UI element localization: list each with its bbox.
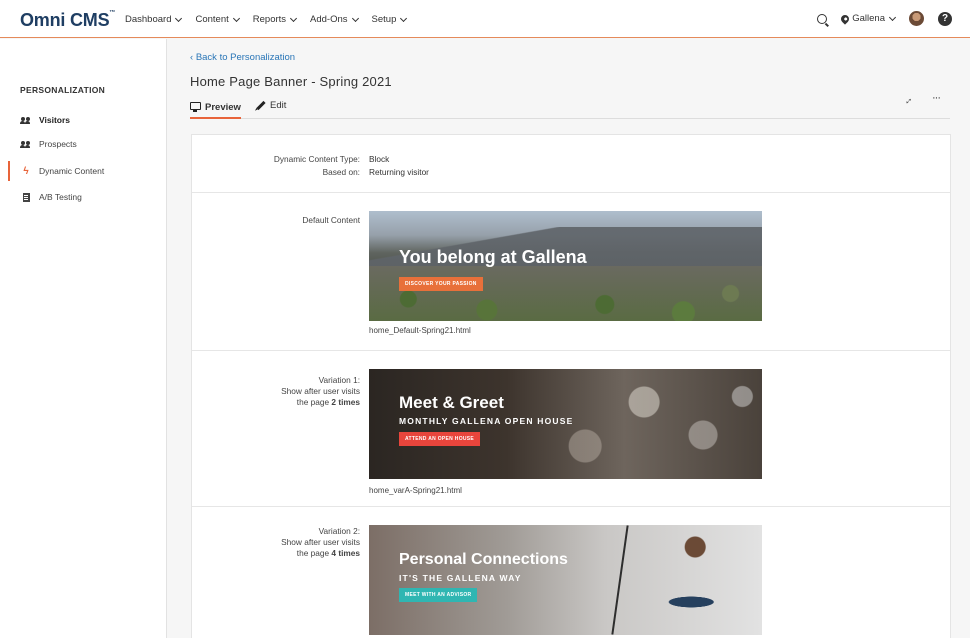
search-icon[interactable] xyxy=(817,13,828,24)
sidebar-item-dynamic-content[interactable]: ϟ Dynamic Content xyxy=(8,161,167,181)
sidebar-title: PERSONALIZATION xyxy=(20,85,106,95)
menu-add-ons[interactable]: Add-Ons xyxy=(310,14,359,25)
variation-1-label: Variation 1: Show after user visits the … xyxy=(281,375,360,408)
variation-rule: Show after user visits xyxy=(281,537,360,547)
menu-label: Setup xyxy=(371,14,397,25)
menu-label: Add-Ons xyxy=(310,14,348,25)
page-title: Home Page Banner - Spring 2021 xyxy=(190,74,392,89)
banner-cta-button: DISCOVER YOUR PASSION xyxy=(399,277,483,291)
avatar[interactable] xyxy=(909,11,924,26)
banner-headline: Meet & Greet xyxy=(399,393,504,412)
banner-headline: You belong at Gallena xyxy=(399,247,587,267)
menu-label: Reports xyxy=(252,14,287,25)
more-options-icon[interactable]: ··· xyxy=(932,92,941,104)
row-divider xyxy=(192,506,950,507)
sidebar-item-label: A/B Testing xyxy=(39,192,82,202)
top-navigation: Omni CMS™ Dashboard Content Reports Add-… xyxy=(0,0,970,38)
tab-preview[interactable]: Preview xyxy=(190,100,241,119)
default-content-label: Default Content xyxy=(302,215,360,225)
back-link-label: Back to Personalization xyxy=(195,52,296,63)
monitor-icon xyxy=(190,102,201,112)
sidebar-item-label: Visitors xyxy=(39,115,71,125)
variation-rule: Show after user visits xyxy=(281,386,360,396)
sidebar: PERSONALIZATION Visitors Prospects ϟ Dyn… xyxy=(0,39,167,638)
content-type-label: Dynamic Content Type: xyxy=(273,154,360,164)
count-value: 2 times xyxy=(331,397,360,407)
menu-reports[interactable]: Reports xyxy=(252,14,298,25)
chevron-down-icon xyxy=(232,14,240,22)
sidebar-item-ab-testing[interactable]: A/B Testing xyxy=(8,187,167,207)
tab-edit[interactable]: Edit xyxy=(256,100,286,111)
chevron-down-icon xyxy=(289,14,298,22)
count-value: 4 times xyxy=(331,548,360,558)
default-banner-image: You belong at Gallena DISCOVER YOUR PASS… xyxy=(369,211,762,321)
banner-cta-button: ATTEND AN OPEN HOUSE xyxy=(399,432,481,446)
chevron-down-icon xyxy=(175,14,183,22)
menu-label: Content xyxy=(195,14,229,25)
menu-dashboard[interactable]: Dashboard xyxy=(125,14,183,25)
variation-1-banner-image: Meet & Greet MONTHLY GALLENA OPEN HOUSE … xyxy=(369,369,762,479)
variation-title: Variation 2: xyxy=(318,526,360,536)
main-menu: Dashboard Content Reports Add-Ons Setup xyxy=(125,14,420,25)
row-divider xyxy=(192,350,950,351)
row-divider xyxy=(192,192,950,193)
variation-1-filename: home_varA-Spring21.html xyxy=(369,486,462,495)
chevron-down-icon xyxy=(351,14,359,22)
omni-cms-logo[interactable]: Omni CMS™ xyxy=(20,10,115,31)
logo-text: Omni CMS xyxy=(20,10,110,30)
menu-label: Dashboard xyxy=(125,14,172,25)
count-prefix: the page xyxy=(296,548,332,558)
prospects-icon xyxy=(20,140,31,148)
sidebar-item-visitors[interactable]: Visitors xyxy=(8,110,167,130)
content-panel: Dynamic Content Type: Block Based on: Re… xyxy=(191,134,951,638)
count-prefix: the page xyxy=(296,397,332,407)
sidebar-item-prospects[interactable]: Prospects xyxy=(8,134,167,154)
location-pin-icon xyxy=(839,12,851,25)
variation-2-label: Variation 2: Show after user visits the … xyxy=(281,526,360,559)
site-name: Gallena xyxy=(852,13,885,24)
banner-cta-button: MEET WITH AN ADVISOR xyxy=(399,588,478,602)
visitors-icon xyxy=(20,116,31,124)
site-switcher[interactable]: Gallena xyxy=(839,12,897,25)
sidebar-item-label: Dynamic Content xyxy=(39,166,105,176)
tab-label: Preview xyxy=(205,101,241,113)
variation-title: Variation 1: xyxy=(318,375,360,385)
help-icon[interactable]: ? xyxy=(938,11,952,26)
pencil-icon xyxy=(256,100,266,111)
variation-2-banner-image: Personal Connections IT'S THE GALLENA WA… xyxy=(369,525,762,635)
menu-setup[interactable]: Setup xyxy=(371,14,408,25)
banner-subheadline: IT'S THE GALLENA WAY xyxy=(399,573,522,583)
default-filename: home_Default-Spring21.html xyxy=(369,326,471,335)
lightning-icon: ϟ xyxy=(23,165,29,177)
sidebar-item-label: Prospects xyxy=(39,139,77,149)
menu-content[interactable]: Content xyxy=(195,14,240,25)
tab-label: Edit xyxy=(270,100,287,111)
back-to-personalization-link[interactable]: ‹ Back to Personalization xyxy=(190,52,295,63)
document-icon xyxy=(21,192,31,202)
chevron-down-icon xyxy=(400,14,408,22)
nav-right: Gallena ? xyxy=(817,11,952,26)
content-type-value: Block xyxy=(369,154,390,164)
variation-count: the page 4 times xyxy=(281,548,360,559)
based-on-value: Returning visitor xyxy=(369,167,429,177)
view-tabs: Preview Edit xyxy=(190,100,950,119)
based-on-label: Based on: xyxy=(322,167,360,177)
banner-headline: Personal Connections xyxy=(399,551,568,568)
banner-subheadline: MONTHLY GALLENA OPEN HOUSE xyxy=(399,416,574,426)
variation-count: the page 2 times xyxy=(281,397,360,408)
chevron-down-icon xyxy=(888,13,897,21)
